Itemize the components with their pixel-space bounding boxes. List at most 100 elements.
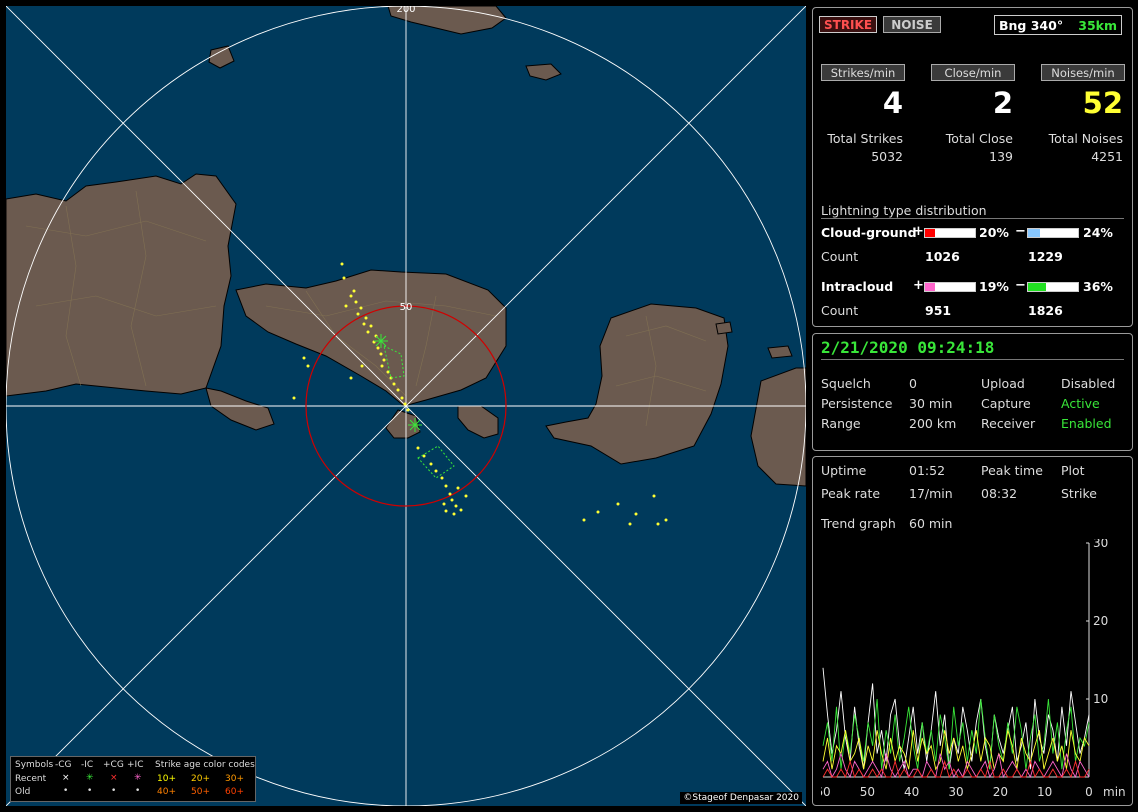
trend-graph-value: 60 min xyxy=(909,516,953,531)
receiver-value: Enabled xyxy=(1061,416,1112,431)
status-panel: 2/21/2020 09:24:18 Squelch 0 Upload Disa… xyxy=(812,333,1133,451)
peak-time-value: 08:32 xyxy=(981,486,1018,501)
noises-per-min-value: 52 xyxy=(1082,86,1123,120)
range-value: 200 km xyxy=(909,416,957,431)
legend-old-pos-ic-icon: • xyxy=(135,786,141,796)
map-legend: Symbols -CG -IC +CG +IC Strike age color… xyxy=(10,756,256,802)
trend-y-tick-label: 10 xyxy=(1093,692,1108,706)
land-islet-1 xyxy=(767,345,793,359)
trend-x-tick-label: 30 xyxy=(948,785,963,799)
total-close-value: 139 xyxy=(989,149,1013,164)
trend-x-tick-label: 50 xyxy=(860,785,875,799)
cloud-ground-neg-pct: 24% xyxy=(1083,225,1113,240)
strike-mode-button[interactable]: STRIKE xyxy=(819,16,877,33)
trend-x-tick-label: 20 xyxy=(993,785,1008,799)
close-per-min-header[interactable]: Close/min xyxy=(931,64,1015,81)
land-java xyxy=(6,173,237,397)
cloud-ground-pos-sign: + xyxy=(913,224,924,239)
legend-age-50: 50+ xyxy=(191,787,210,797)
persistence-label: Persistence xyxy=(821,396,893,411)
trend-series-line xyxy=(822,667,1090,770)
map-canvas: 200 50 xyxy=(6,6,806,806)
legend-symbols-title: Symbols xyxy=(15,760,54,770)
cloud-ground-pos-count: 1026 xyxy=(925,249,960,264)
upload-value: Disabled xyxy=(1061,376,1116,391)
cloud-ground-neg-count: 1229 xyxy=(1028,249,1063,264)
peak-time-label: Peak time xyxy=(981,463,1043,478)
total-noises-value: 4251 xyxy=(1091,149,1123,164)
noises-per-min-header[interactable]: Noises/min xyxy=(1041,64,1125,81)
trend-y-tick-label: 20 xyxy=(1093,614,1108,628)
cloud-ground-neg-fill xyxy=(1028,229,1040,237)
intracloud-neg-sign: − xyxy=(1015,278,1026,293)
legend-age-40: 40+ xyxy=(157,787,176,797)
legend-age-60: 60+ xyxy=(225,787,244,797)
lightning-map[interactable]: 200 50 Symbols -CG -IC +CG +IC Strike ag… xyxy=(6,6,806,806)
intracloud-neg-fill xyxy=(1028,283,1046,291)
total-strikes-label: Total Strikes xyxy=(827,131,903,146)
trend-series-line xyxy=(822,698,1090,770)
capture-label: Capture xyxy=(981,396,1031,411)
stats-panel: STRIKE NOISE Bng 340° 35km Strikes/min C… xyxy=(812,7,1133,327)
legend-row-recent: Recent xyxy=(15,774,47,784)
peak-rate-label: Peak rate xyxy=(821,486,881,501)
intracloud-label: Intracloud xyxy=(821,279,894,294)
total-noises-label: Total Noises xyxy=(1048,131,1123,146)
trend-x-tick-label: 10 xyxy=(1037,785,1052,799)
legend-age-30: 30+ xyxy=(225,774,244,784)
intracloud-pos-pct: 19% xyxy=(979,279,1009,294)
cloud-ground-pos-fill xyxy=(925,229,935,237)
legend-row-old: Old xyxy=(15,787,31,797)
legend-old-neg-cg-icon: • xyxy=(63,786,69,796)
uptime-label: Uptime xyxy=(821,463,867,478)
cloud-ground-count-label: Count xyxy=(821,249,859,264)
legend-col-pos-cg: +CG xyxy=(103,760,124,770)
cloud-ground-neg-bar xyxy=(1027,228,1079,238)
datetime-display: 2/21/2020 09:24:18 xyxy=(821,338,995,357)
trend-y-tick-label: 30 xyxy=(1093,539,1108,550)
distribution-title: Lightning type distribution xyxy=(821,203,987,218)
range-label: Range xyxy=(821,416,861,431)
trend-x-tick-label: 60 xyxy=(821,785,831,799)
uptime-value: 01:52 xyxy=(909,463,946,478)
legend-recent-neg-cg-icon: × xyxy=(62,773,70,783)
legend-col-pos-ic: +IC xyxy=(127,760,144,770)
bearing-distance: 35km xyxy=(1078,18,1117,33)
cloud-ground-pos-bar xyxy=(924,228,976,238)
trend-x-unit-label: min xyxy=(1103,785,1126,799)
legend-col-neg-ic: -IC xyxy=(81,760,94,770)
legend-recent-neg-ic-icon: ✳ xyxy=(86,773,94,783)
intracloud-pos-count: 951 xyxy=(925,303,952,318)
plot-label: Plot xyxy=(1061,463,1085,478)
trend-x-tick-label: 0 xyxy=(1085,785,1093,799)
intracloud-pos-fill xyxy=(925,283,935,291)
total-close-label: Total Close xyxy=(945,131,1013,146)
cloud-ground-label: Cloud-ground xyxy=(821,225,917,240)
land-islet-2 xyxy=(715,321,733,335)
legend-age-title: Strike age color codes xyxy=(155,760,255,770)
legend-old-neg-ic-icon: • xyxy=(87,786,93,796)
status-divider xyxy=(821,359,1124,360)
strikes-per-min-header[interactable]: Strikes/min xyxy=(821,64,905,81)
trend-panel: Uptime 01:52 Peak time Plot Peak rate 17… xyxy=(812,456,1133,806)
trend-series-line xyxy=(822,730,1090,771)
plot-value[interactable]: Strike xyxy=(1061,486,1097,501)
intracloud-neg-pct: 36% xyxy=(1083,279,1113,294)
intracloud-neg-count: 1826 xyxy=(1028,303,1063,318)
bearing-label: Bng 340° xyxy=(999,18,1064,33)
trend-x-tick-label: 40 xyxy=(904,785,919,799)
legend-recent-pos-cg-icon: × xyxy=(110,773,118,783)
close-per-min-value: 2 xyxy=(992,86,1013,120)
copyright-label: ©Stageof Denpasar 2020 xyxy=(680,792,802,804)
legend-age-10: 10+ xyxy=(157,774,176,784)
distribution-divider xyxy=(821,218,1124,219)
receiver-label: Receiver xyxy=(981,416,1036,431)
cloud-ground-neg-sign: − xyxy=(1015,224,1026,239)
noise-mode-button[interactable]: NOISE xyxy=(883,16,941,33)
trend-graph-label: Trend graph xyxy=(821,516,896,531)
trend-chart: 30 20 10 60 50 40 30 20 10 0 min xyxy=(821,539,1126,799)
intracloud-neg-bar xyxy=(1027,282,1079,292)
peak-rate-value: 17/min xyxy=(909,486,953,501)
capture-value: Active xyxy=(1061,396,1100,411)
squelch-value: 0 xyxy=(909,376,917,391)
